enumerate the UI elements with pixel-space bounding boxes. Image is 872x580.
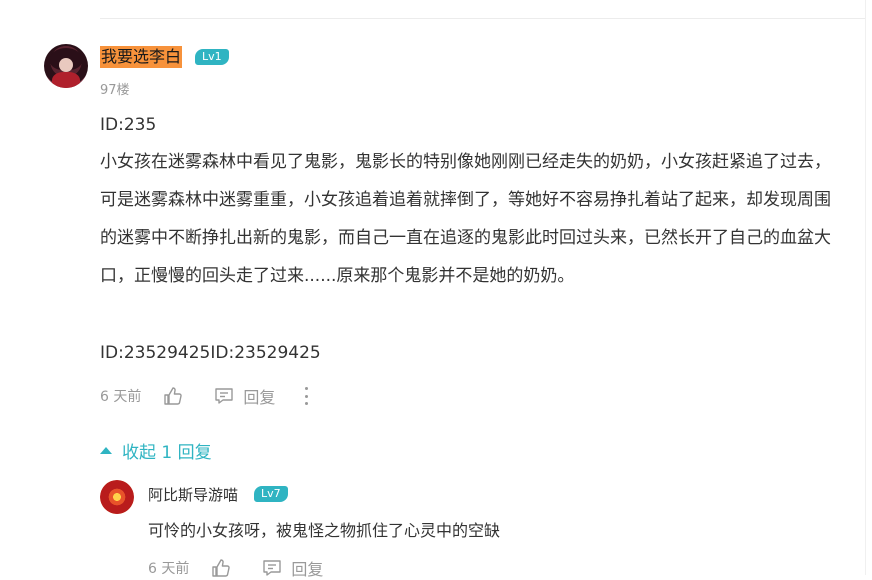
top-divider [100,18,865,19]
level-badge: Lv1 [195,49,229,65]
right-divider [865,0,866,575]
thumbs-up-icon[interactable] [211,558,231,578]
reply-button[interactable]: 回复 [215,384,275,408]
reply-username[interactable]: 阿比斯导游喵 [148,485,238,505]
more-options-icon[interactable] [305,387,309,405]
comment-icon [263,560,282,576]
thumbs-up-icon[interactable] [163,386,183,406]
comment-id-line: ID:235 [100,115,157,135]
reply-time: 6 天前 [148,561,190,577]
comment-id-footer: ID:23529425ID:23529425 [100,343,321,363]
collapse-replies-button[interactable]: 收起 1 回复 [100,438,212,463]
floor-number: 97楼 [100,83,130,98]
reply-actions: 6 天前 回复 [148,557,353,579]
comment-actions: 6 天前 回复 [100,385,309,407]
comment-content: 小女孩在迷雾森林中看见了鬼影，鬼影长的特别像她刚刚已经走失的奶奶，小女孩赶紧追了… [100,152,831,286]
reply-label: 回复 [291,560,324,579]
comment-time: 6 天前 [100,389,142,405]
triangle-up-icon [100,447,112,454]
reply-label: 回复 [243,388,276,407]
reply-avatar[interactable] [100,480,134,514]
collapse-replies-label: 收起 1 回复 [122,443,212,463]
comment-username[interactable]: 我要选李白 [100,46,183,68]
reply-content: 可怜的小女孩呀，被鬼怪之物抓住了心灵中的空缺 [148,521,501,540]
avatar[interactable] [44,44,88,88]
reply-level-badge: Lv7 [254,486,288,502]
reply-button[interactable]: 回复 [263,556,323,580]
comment-icon [215,388,234,404]
